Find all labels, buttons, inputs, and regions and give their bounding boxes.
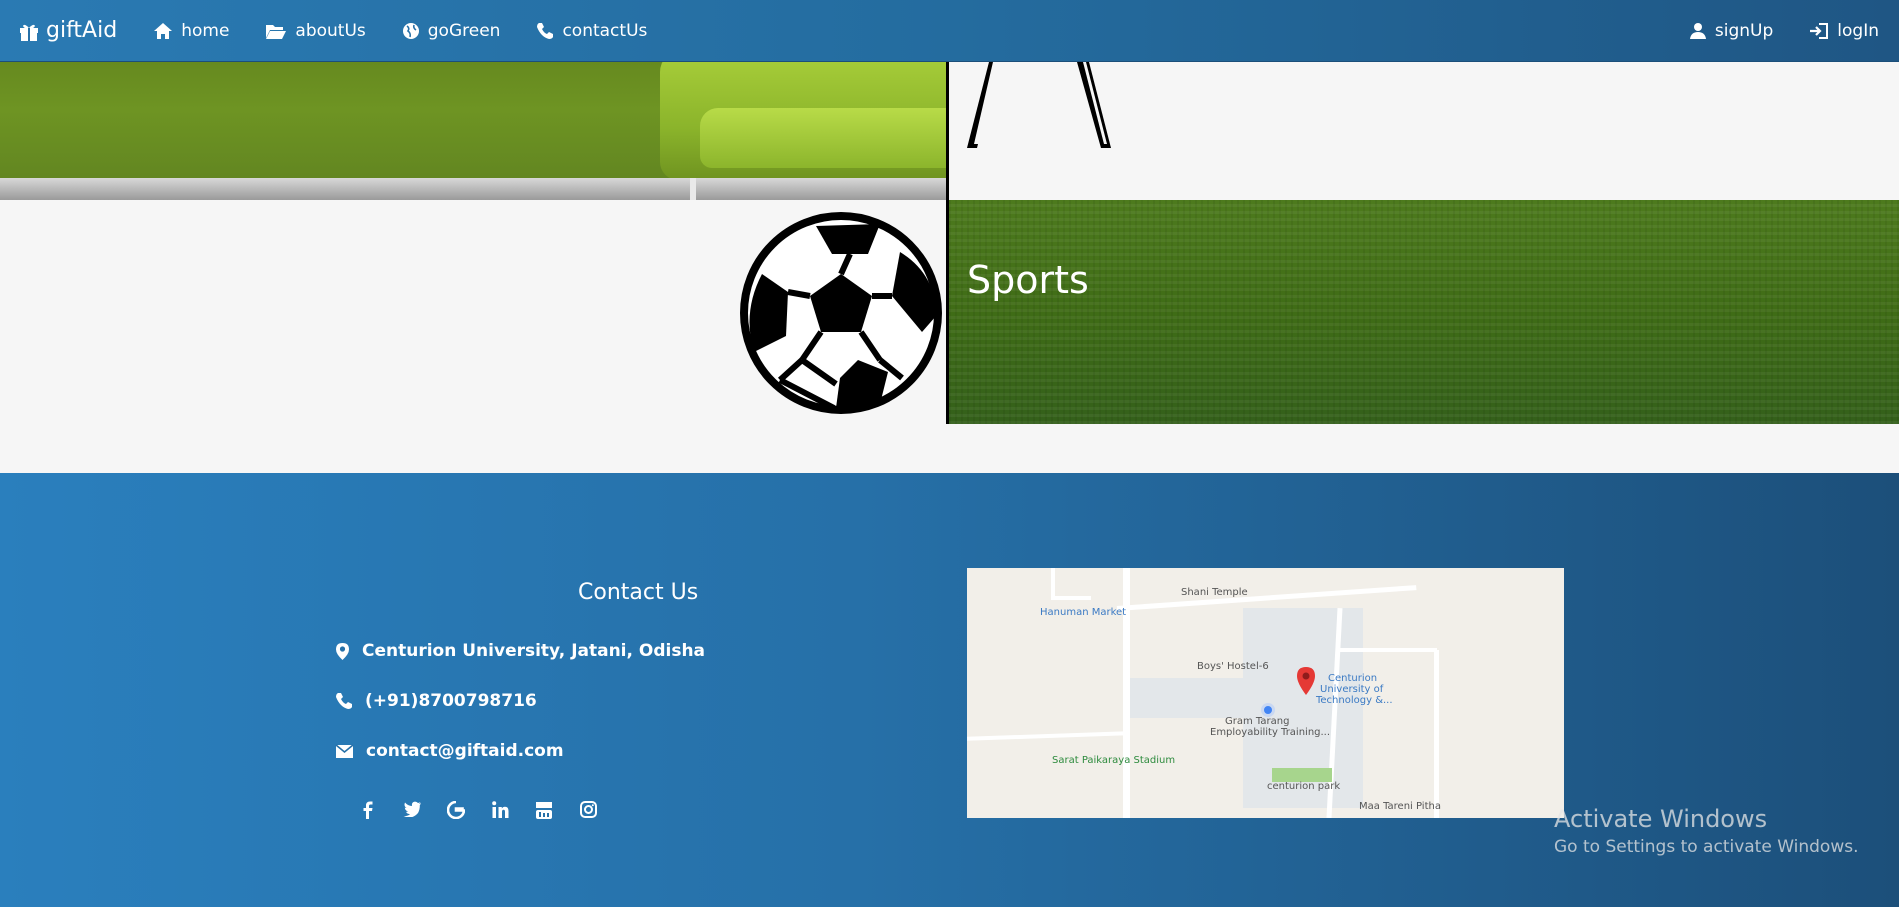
brand[interactable]: giftAid <box>18 18 117 43</box>
user-icon <box>1689 22 1706 39</box>
map-marker-icon <box>336 642 349 660</box>
contact-email-text: contact@giftaid.com <box>366 741 564 761</box>
nav-login[interactable]: logIn <box>1809 21 1879 41</box>
gift-icon <box>20 24 38 41</box>
windows-activation-watermark: Activate Windows Go to Settings to activ… <box>1554 805 1859 857</box>
nav-gogreen-label: goGreen <box>427 20 501 41</box>
map-road <box>967 731 1128 741</box>
phone-icon <box>537 22 554 39</box>
social-links <box>346 801 610 820</box>
nav-aboutus[interactable]: aboutUs <box>265 20 366 41</box>
my-location-icon <box>1261 703 1275 717</box>
contact-email[interactable]: contact@giftaid.com <box>335 741 564 761</box>
map-pin-icon <box>1297 667 1315 695</box>
contact-address-text: Centurion University, Jatani, Odisha <box>362 641 706 661</box>
map-label-boys-hostel: Boys' Hostel-6 <box>1197 661 1269 672</box>
map-label-maa-tareni: Maa Tareni Pitha <box>1359 801 1441 812</box>
home-icon <box>154 22 173 39</box>
soccer-ball-tile[interactable] <box>0 200 946 424</box>
nav-contactus-label: contactUs <box>562 20 648 41</box>
location-map[interactable]: Shani Temple Hanuman Market Boys' Hostel… <box>967 568 1564 818</box>
map-label-centurion-1: Centurion <box>1328 673 1378 684</box>
nav-gogreen[interactable]: goGreen <box>402 20 501 41</box>
activate-title: Activate Windows <box>1554 805 1768 833</box>
instagram-icon[interactable] <box>566 801 610 820</box>
floor-strip <box>0 178 947 200</box>
envelope-icon <box>335 743 354 758</box>
linkedin-icon[interactable] <box>478 801 522 820</box>
contact-address: Centurion University, Jatani, Odisha <box>335 641 705 661</box>
sports-title: Sports <box>967 258 1089 302</box>
nav-contactus[interactable]: contactUs <box>536 21 647 41</box>
map-label-gram-tarang-1: Gram Tarang <box>1225 716 1290 727</box>
youtube-icon[interactable] <box>522 801 566 820</box>
contact-phone: (+91)8700798716 <box>335 691 537 711</box>
twitter-icon[interactable] <box>390 801 434 820</box>
map-label-park: centurion park <box>1267 781 1341 792</box>
map-park-zone <box>1272 768 1332 782</box>
login-icon <box>1810 22 1829 39</box>
footer: Contact Us Centurion University, Jatani,… <box>0 473 1899 907</box>
sports-tile[interactable]: Sports <box>949 200 1899 424</box>
sofa-cushion <box>700 108 947 168</box>
map-label-gram-tarang-2: Employability Training... <box>1210 727 1331 738</box>
facebook-icon[interactable] <box>346 801 390 820</box>
map-road <box>1051 596 1091 600</box>
navbar: giftAid home aboutUs goGreen contactUs s… <box>0 0 1899 62</box>
map-label-centurion-2: University of <box>1320 684 1384 695</box>
contact-title: Contact Us <box>578 580 699 605</box>
sofa-leg <box>690 178 696 200</box>
google-icon[interactable] <box>434 801 478 820</box>
map-label-hanuman-market: Hanuman Market <box>1040 607 1127 618</box>
globe-icon <box>402 22 419 39</box>
nav-signup[interactable]: signUp <box>1689 21 1773 41</box>
soccer-ball-icon <box>740 212 942 414</box>
nav-home-label: home <box>181 20 230 41</box>
nav-login-label: logIn <box>1837 20 1879 41</box>
brand-label: giftAid <box>46 18 118 43</box>
map-label-shani-temple: Shani Temple <box>1181 587 1248 598</box>
folder-open-icon <box>266 24 287 39</box>
map-road <box>1337 648 1437 652</box>
map-zone <box>1127 678 1247 718</box>
phone-icon <box>336 693 352 709</box>
nav-signup-label: signUp <box>1714 20 1774 41</box>
nav-aboutus-label: aboutUs <box>295 20 366 41</box>
map-road <box>1434 650 1439 818</box>
activate-subtitle: Go to Settings to activate Windows. <box>1554 837 1859 857</box>
map-label-centurion-3: Technology &... <box>1316 695 1393 706</box>
contact-phone-text: (+91)8700798716 <box>365 691 537 711</box>
map-label-stadium: Sarat Paikaraya Stadium <box>1052 755 1176 766</box>
nav-home[interactable]: home <box>153 21 229 41</box>
